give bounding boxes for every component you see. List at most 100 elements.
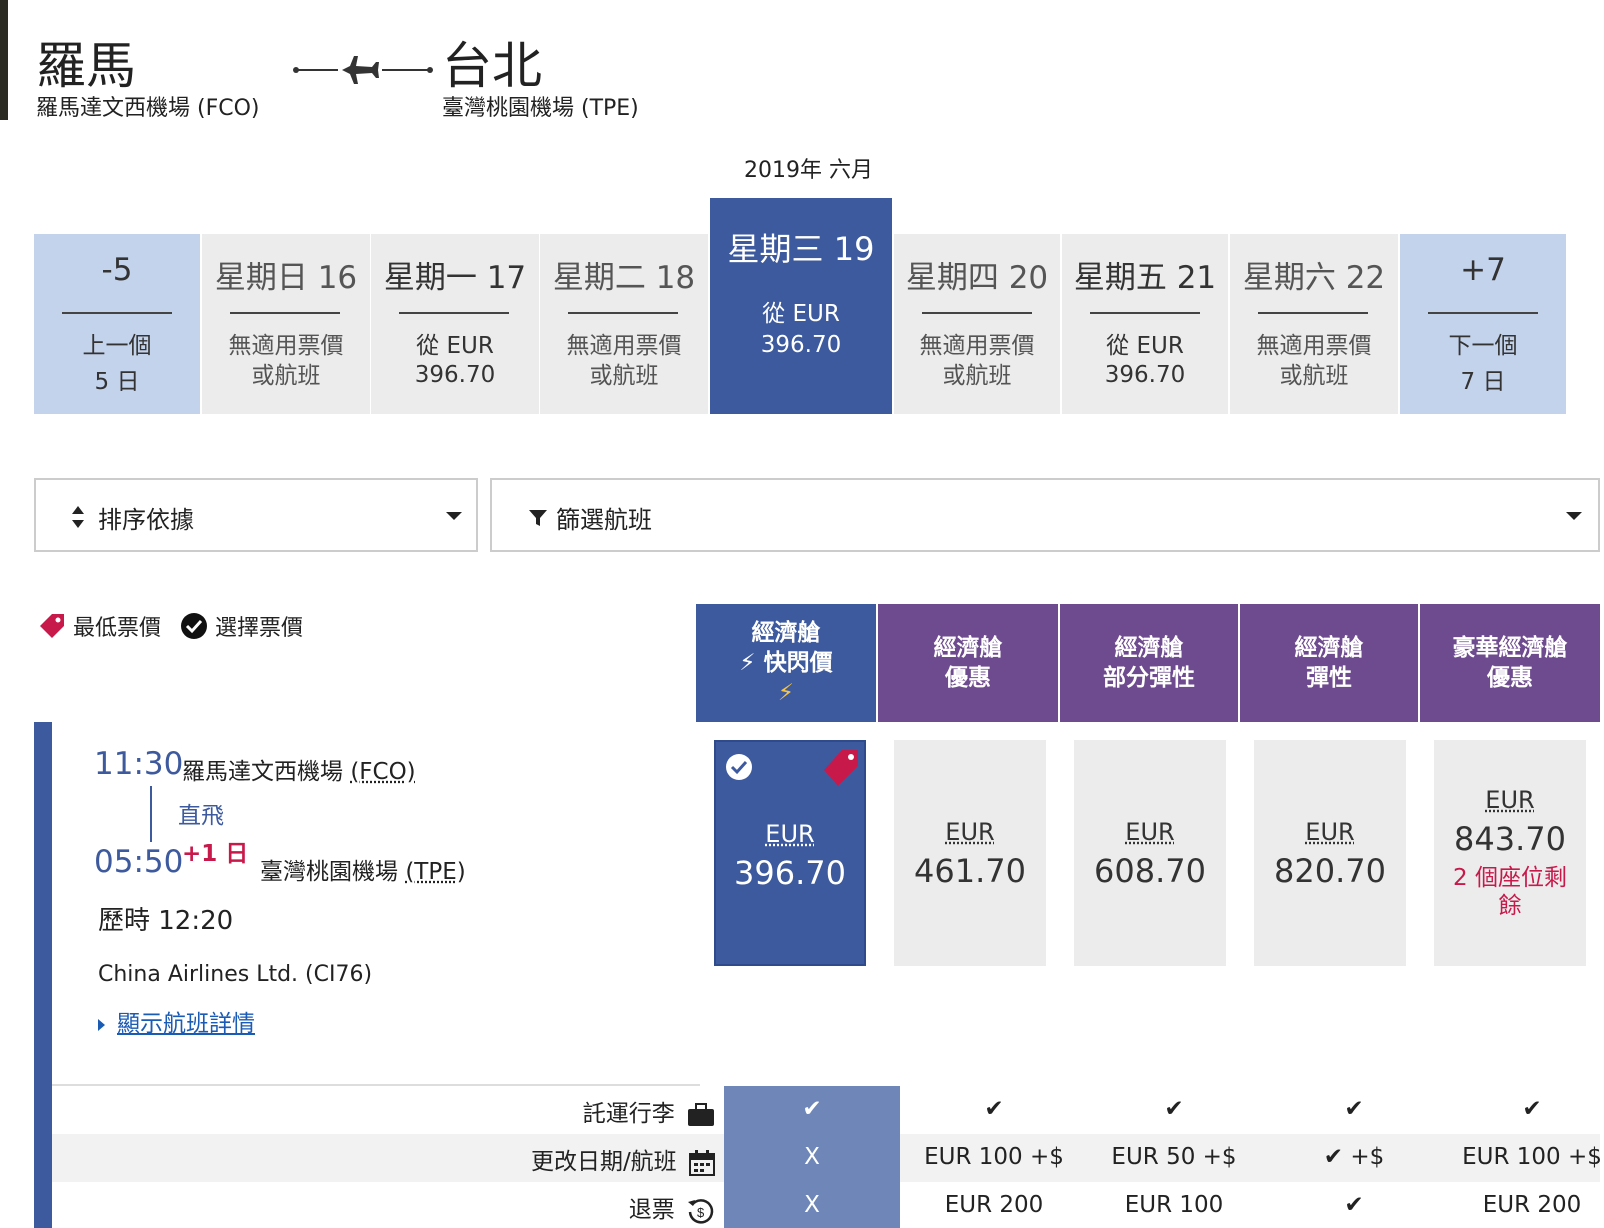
fare-class-header: 經濟艙 優惠 [878,604,1058,722]
divider [62,312,172,314]
date-line2: 或航班 [894,356,1060,390]
feature-value: ✔ [1266,1192,1442,1218]
date-line2: 7 日 [1400,362,1566,396]
fare-amount: 396.70 [716,854,864,892]
feature-value: ✔ [906,1096,1082,1122]
date-cell-19-selected[interactable]: 星期三 19 從 EUR 396.70 [710,198,892,414]
fare-class-header: 經濟艙 ⚡ 快閃價 ⚡ [696,604,876,722]
fare-class-line: 部分彈性 [1060,663,1238,693]
show-flight-details-link[interactable]: 顯示航班詳情 [98,1004,255,1038]
luggage-icon [686,1102,716,1128]
fare-option-economy-semi-flex[interactable]: EUR 608.70 [1074,740,1226,966]
departure-airport: 羅馬達文西機場 (FCO) [182,752,416,786]
flash-icon: ⚡ [696,678,876,708]
date-cell-16[interactable]: 星期日 16 無適用票價 或航班 [202,234,370,414]
date-head: 星期一 17 [371,252,539,297]
date-head: 星期六 22 [1230,252,1398,297]
fare-option-economy-flash[interactable]: EUR 396.70 [714,740,866,966]
fare-class-line: 豪華經濟艙 [1420,633,1600,663]
date-line1: 無適用票價 [540,326,708,360]
divider [230,312,340,314]
fare-class-line: 經濟艙 [1060,633,1238,663]
departure-airport-code[interactable]: (FCO) [350,759,415,785]
date-line1: 下一個 [1400,326,1566,360]
feature-row-baggage: 託運行李 ✔ ✔ ✔ ✔ ✔ [52,1086,1600,1134]
feature-label-text: 更改日期/航班 [531,1149,677,1175]
fare-option-economy-saver[interactable]: EUR 461.70 [894,740,1046,966]
divider [1090,312,1200,314]
fare-class-line: 經濟艙 [878,633,1058,663]
plane-route-icon [292,52,438,88]
flight-duration: 歷時 12:20 [98,900,233,937]
feature-value: ✔ [1444,1096,1604,1122]
feature-row-change: 更改日期/航班 X EUR 100 +$ EUR 50 +$ ✔ +$ EUR … [52,1134,1600,1182]
check-circle-icon [724,752,754,782]
fare-option-economy-flex[interactable]: EUR 820.70 [1254,740,1406,966]
origin-city: 羅馬 [36,26,136,98]
fare-option-premium-economy[interactable]: EUR 843.70 2 個座位剩餘 [1434,740,1586,966]
fare-class-line: 優惠 [878,663,1058,693]
fare-currency: EUR [716,820,864,848]
seats-remaining: 2 個座位剩餘 [1444,864,1576,920]
feature-value: EUR 200 [1444,1192,1604,1218]
fare-legend: 最低票價 選擇票價 [38,610,303,642]
date-head: 星期三 19 [710,224,892,270]
fare-class-line: 經濟艙 [696,618,876,648]
destination-airport: 臺灣桃園機場 (TPE) [442,90,639,122]
filter-icon [528,508,548,528]
date-head: +7 [1400,252,1566,288]
destination-city: 台北 [442,26,542,98]
fare-class-header: 豪華經濟艙 優惠 [1420,604,1600,722]
date-line2: 5 日 [34,362,200,396]
refund-icon: $ [686,1196,716,1226]
fare-amount: 461.70 [894,852,1046,890]
feature-label: 退票 $ [629,1190,716,1226]
divider [568,312,678,314]
fare-currency: EUR [894,818,1046,846]
date-cell-18[interactable]: 星期二 18 無適用票價 或航班 [540,234,708,414]
feature-value: EUR 100 [1086,1192,1262,1218]
feature-label: 託運行李 [583,1094,716,1128]
date-cell-17[interactable]: 星期一 17 從 EUR 396.70 [371,234,539,414]
feature-value: EUR 100 +$ [906,1144,1082,1170]
fare-currency: EUR [1254,818,1406,846]
price-tag-icon [38,612,66,640]
fare-amount: 843.70 [1434,820,1586,858]
date-selector: -5 上一個 5 日 星期日 16 無適用票價 或航班 星期一 17 從 EUR… [34,234,1600,414]
fare-class-header: 經濟艙 部分彈性 [1060,604,1238,722]
fare-class-line: 優惠 [1420,663,1600,693]
date-head: 星期二 18 [540,252,708,297]
details-link-label: 顯示航班詳情 [117,1011,255,1037]
next-7-days-button[interactable]: +7 下一個 7 日 [1400,234,1566,414]
origin-airport: 羅馬達文西機場 (FCO) [36,90,260,122]
arrival-airport-code[interactable]: (TPE) [405,859,465,885]
fare-class-line: 經濟艙 [1240,633,1418,663]
date-line2: 396.70 [710,332,892,358]
day-offset: +1 日 [182,834,248,868]
feature-value: EUR 100 +$ [1444,1144,1604,1170]
date-head: 星期五 21 [1062,252,1228,297]
feature-label: 更改日期/航班 [531,1142,716,1177]
price-tag-icon [820,746,862,790]
legend-lowest: 最低票價 [73,616,161,641]
date-cell-22[interactable]: 星期六 22 無適用票價 或航班 [1230,234,1398,414]
fare-amount: 608.70 [1074,852,1226,890]
sort-dropdown[interactable]: 排序依據 [34,478,478,552]
date-line2: 或航班 [1230,356,1398,390]
departure-time: 11:30 [94,746,183,782]
arrival-time: 05:50 [94,844,183,880]
chevron-down-icon [446,512,462,520]
date-cell-20[interactable]: 星期四 20 無適用票價 或航班 [894,234,1060,414]
feature-label-text: 託運行李 [583,1101,675,1127]
stops-label: 直飛 [178,796,224,830]
date-line1: 上一個 [34,326,200,360]
date-cell-21[interactable]: 星期五 21 從 EUR 396.70 [1062,234,1228,414]
svg-text:$: $ [697,1205,705,1220]
route-line [150,786,152,842]
date-line2: 396.70 [371,362,539,388]
filter-dropdown[interactable]: 篩選航班 [490,478,1600,552]
previous-5-days-button[interactable]: -5 上一個 5 日 [34,234,200,414]
departure-airport-name: 羅馬達文西機場 [182,759,343,785]
calendar-month: 2019年 六月 [744,152,873,184]
feature-value: ✔ +$ [1266,1144,1442,1170]
